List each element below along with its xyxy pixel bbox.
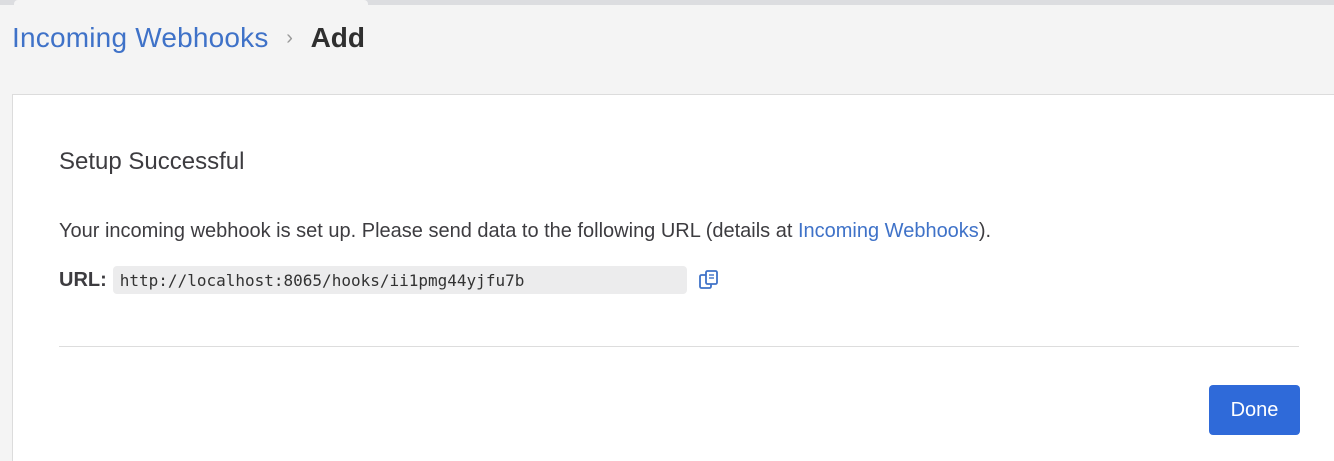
incoming-webhooks-docs-link[interactable]: Incoming Webhooks bbox=[798, 220, 979, 242]
breadcrumb-current: Add bbox=[310, 22, 366, 53]
panel-title: Setup Successful bbox=[59, 148, 245, 175]
setup-description: Your incoming webhook is set up. Please … bbox=[59, 220, 991, 243]
chevron-right-icon: › bbox=[286, 26, 293, 49]
active-tab-hint bbox=[14, 0, 368, 5]
url-value[interactable]: http://localhost:8065/hooks/ii1pmg44yjfu… bbox=[120, 271, 560, 290]
breadcrumb-incoming-webhooks-link[interactable]: Incoming Webhooks bbox=[12, 22, 269, 54]
description-text: Your incoming webhook is set up. Please … bbox=[59, 220, 798, 242]
done-button[interactable]: Done bbox=[1209, 385, 1300, 435]
url-field[interactable]: http://localhost:8065/hooks/ii1pmg44yjfu… bbox=[112, 266, 687, 294]
setup-panel: Setup Successful Your incoming webhook i… bbox=[12, 94, 1334, 461]
copy-icon[interactable] bbox=[697, 268, 721, 292]
footer-divider bbox=[59, 346, 1299, 347]
breadcrumb: Incoming Webhooks › Add bbox=[12, 18, 365, 58]
url-label: URL: bbox=[59, 268, 107, 291]
description-suffix: ). bbox=[978, 220, 992, 242]
url-row: URL: http://localhost:8065/hooks/ii1pmg4… bbox=[59, 265, 721, 295]
top-strip bbox=[0, 0, 1334, 5]
